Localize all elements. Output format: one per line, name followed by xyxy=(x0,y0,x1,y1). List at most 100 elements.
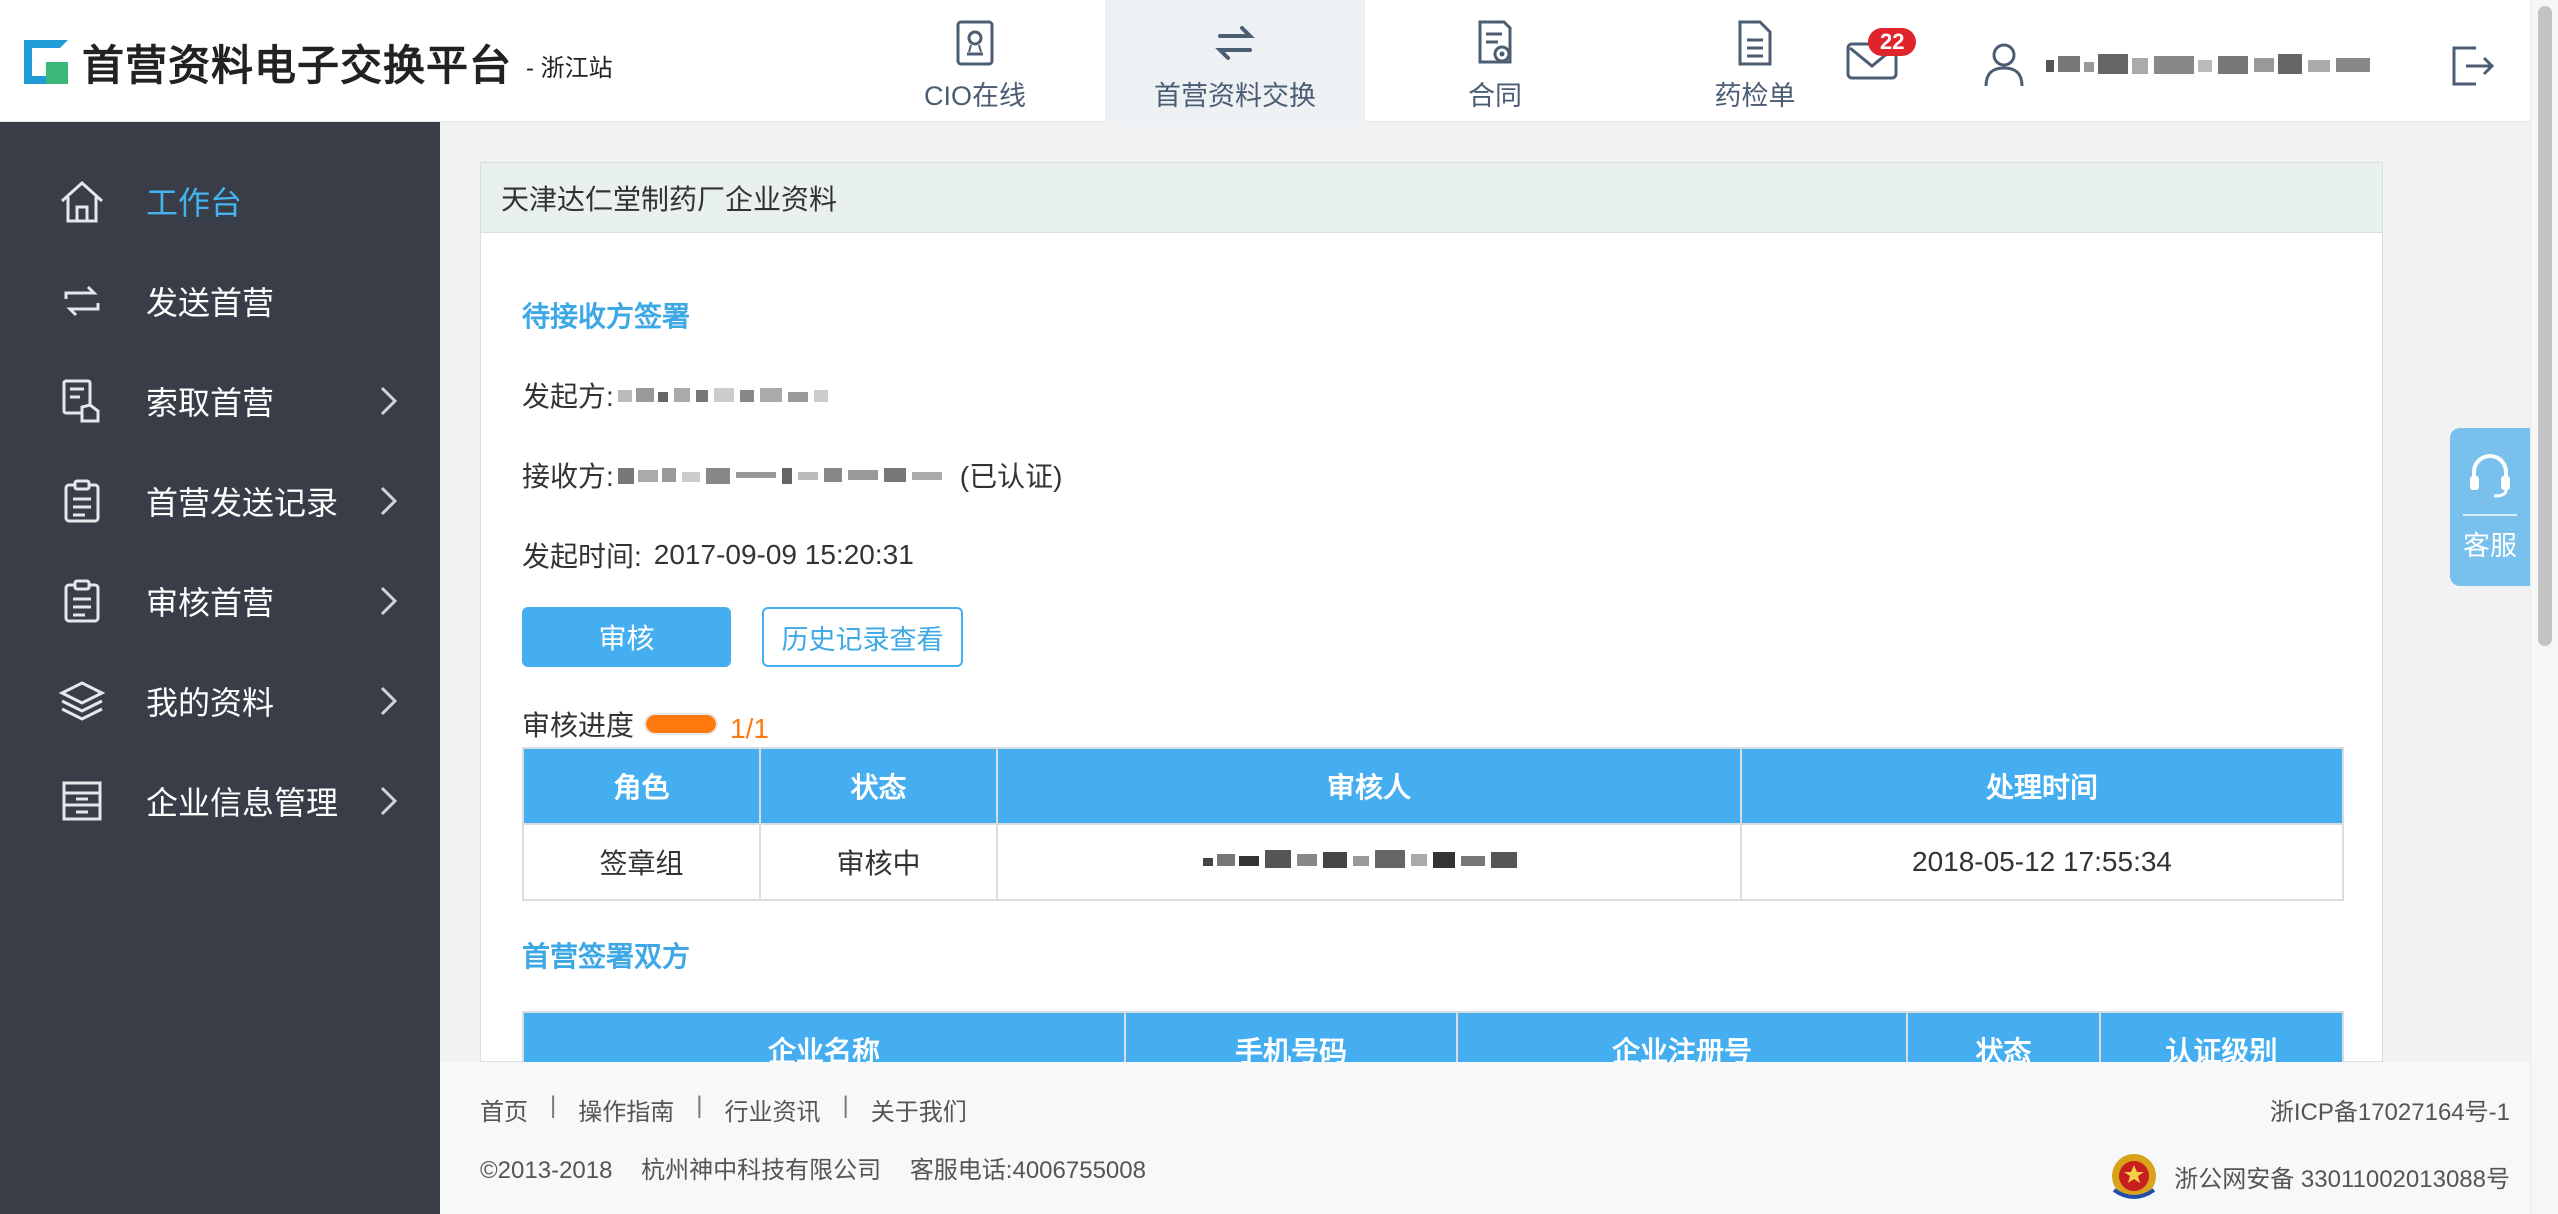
clipboard-icon xyxy=(64,479,100,523)
icp-record[interactable]: 浙ICP备17027164号-1 xyxy=(2270,1092,2510,1127)
parties-section-title: 首营签署双方 xyxy=(522,941,691,972)
progress-bar xyxy=(644,713,719,735)
sidebar-item-label: 首营发送记录 xyxy=(146,485,339,521)
review-progress: 审核进度 1/1 xyxy=(522,703,769,745)
nav-first-data-exchange[interactable]: 首营资料交换 xyxy=(1105,0,1365,122)
progress-label: 审核进度 xyxy=(522,710,635,741)
history-button[interactable]: 历史记录查看 xyxy=(762,607,963,667)
layers-icon xyxy=(58,681,106,721)
main-content: 天津达仁堂制药厂企业资料 待接收方签署 发起方: 接收方: (已认证) 发起时间… xyxy=(440,122,2530,1089)
role-cell: 签章组 xyxy=(522,823,761,901)
mail-count-badge: 22 xyxy=(1868,28,1917,56)
receiver-row: 接收方: (已认证) xyxy=(522,455,1062,495)
footer-separator: | xyxy=(696,1092,703,1119)
initiator-label: 发起方: xyxy=(522,381,614,412)
sidebar-item-send-first[interactable]: 发送首营 xyxy=(0,251,440,351)
footer-copyright: ©2013-2018 杭州神中科技有限公司 客服电话:4006755008 xyxy=(480,1150,1168,1185)
chevron-right-icon xyxy=(380,486,398,516)
footer-link-guide[interactable]: 操作指南 xyxy=(578,1092,674,1127)
service-divider xyxy=(2463,514,2517,516)
nav-cio-online[interactable]: CIO在线 xyxy=(845,0,1105,122)
footer: 首页 | 操作指南 | 行业资讯 | 关于我们 ©2013-2018 杭州神中科… xyxy=(440,1062,2530,1214)
column-header: 审核人 xyxy=(996,747,1742,825)
hand-document-icon xyxy=(62,379,100,423)
service-phone: 客服电话:4006755008 xyxy=(909,1157,1146,1184)
sidebar-item-workbench[interactable]: 工作台 xyxy=(0,151,440,251)
status-cell: 审核中 xyxy=(759,823,998,901)
chevron-right-icon xyxy=(380,686,398,716)
headset-icon xyxy=(2470,454,2510,498)
sidebar-item-label: 我的资料 xyxy=(146,685,275,721)
footer-link-news[interactable]: 行业资讯 xyxy=(724,1092,820,1127)
sidebar-item-review-first[interactable]: 审核首营 xyxy=(0,551,440,651)
police-emblem-icon xyxy=(2112,1154,2157,1199)
chevron-right-icon xyxy=(380,786,398,816)
top-header: 首营资料电子交换平台 - 浙江站 CIO在线 首营资料交换 合同 药检单 22 xyxy=(0,0,2558,122)
sidebar-item-label: 工作台 xyxy=(146,185,243,221)
sidebar-item-my-data[interactable]: 我的资料 xyxy=(0,651,440,751)
police-record-text: 浙公网安备 33011002013088号 xyxy=(2174,1165,2510,1193)
time-row: 发起时间: 2017-09-09 15:20:31 xyxy=(522,535,914,575)
exchange-arrows-icon xyxy=(1215,26,1255,60)
nav-label: 首营资料交换 xyxy=(1154,81,1316,111)
column-header: 处理时间 xyxy=(1740,747,2344,825)
sidebar-item-request-first[interactable]: 索取首营 xyxy=(0,351,440,451)
user-name-redacted[interactable] xyxy=(2046,50,2376,80)
repeat-icon xyxy=(64,285,100,317)
footer-separator: | xyxy=(550,1092,557,1119)
review-button[interactable]: 审核 xyxy=(522,607,731,667)
home-icon xyxy=(60,180,104,223)
time-cell: 2018-05-12 17:55:34 xyxy=(1740,823,2344,901)
service-label: 客服 xyxy=(2463,531,2517,561)
column-header: 角色 xyxy=(522,747,761,825)
document-icon xyxy=(1738,20,1772,66)
footer-separator: | xyxy=(842,1092,849,1119)
copyright-text: ©2013-2018 xyxy=(480,1157,613,1184)
user-icon[interactable] xyxy=(1982,40,2026,88)
pending-section-title: 待接收方签署 xyxy=(522,301,691,332)
sidebar-item-label: 企业信息管理 xyxy=(146,785,339,821)
sidebar-item-label: 发送首营 xyxy=(146,285,275,321)
progress-bar-fill xyxy=(646,715,717,733)
site-label: - 浙江站 xyxy=(526,54,613,82)
sidebar-item-label: 索取首营 xyxy=(146,385,275,421)
sidebar: 工作台 发送首营 索取首营 首营发送记录 审核首营 我的资料 企业信息管理 xyxy=(0,122,440,1214)
sidebar-item-enterprise-info[interactable]: 企业信息管理 xyxy=(0,751,440,851)
customer-service-button[interactable]: 客服 xyxy=(2450,428,2530,586)
nav-label: 药检单 xyxy=(1714,81,1796,111)
time-label: 发起时间: xyxy=(522,541,642,572)
reviewer-redacted xyxy=(1203,849,1517,868)
archive-icon xyxy=(62,781,102,821)
sidebar-item-label: 审核首营 xyxy=(146,585,275,621)
initiator-row: 发起方: xyxy=(522,375,834,415)
receiver-verified-label: (已认证) xyxy=(959,461,1063,492)
table-row: 签章组 审核中 2018-05-12 17:55:34 xyxy=(522,823,2344,901)
police-record[interactable]: 浙公网安备 33011002013088号 xyxy=(2108,1150,2510,1202)
footer-link-about[interactable]: 关于我们 xyxy=(871,1092,967,1127)
nav-contract[interactable]: 合同 xyxy=(1365,0,1625,122)
footer-link-home[interactable]: 首页 xyxy=(480,1092,528,1127)
logo-mark-icon xyxy=(24,40,68,84)
time-value: 2017-09-09 15:20:31 xyxy=(653,539,914,570)
certificate-icon xyxy=(956,20,994,66)
progress-count: 1/1 xyxy=(730,713,769,744)
nav-label: 合同 xyxy=(1468,81,1522,111)
sidebar-item-send-records[interactable]: 首营发送记录 xyxy=(0,451,440,551)
contract-icon xyxy=(1478,20,1512,64)
scrollbar-thumb[interactable] xyxy=(2538,6,2552,646)
top-nav: CIO在线 首营资料交换 合同 药检单 xyxy=(845,0,1885,122)
initiator-redacted xyxy=(617,388,828,402)
enterprise-panel: 天津达仁堂制药厂企业资料 待接收方签署 发起方: 接收方: (已认证) 发起时间… xyxy=(480,162,2383,1089)
app-title: 首营资料电子交换平台 xyxy=(82,41,513,89)
logout-icon[interactable] xyxy=(2448,42,2496,90)
review-table: 角色 状态 审核人 处理时间 签章组 审核中 2018-05-12 17:55:… xyxy=(522,747,2344,901)
company-name: 杭州神中科技有限公司 xyxy=(641,1157,882,1184)
nav-label: CIO在线 xyxy=(923,81,1026,111)
logo[interactable]: 首营资料电子交换平台 - 浙江站 xyxy=(24,34,613,90)
receiver-redacted xyxy=(617,468,942,484)
receiver-label: 接收方: xyxy=(522,461,614,492)
column-header: 状态 xyxy=(759,747,998,825)
footer-links: 首页 | 操作指南 | 行业资讯 | 关于我们 xyxy=(480,1092,967,1127)
panel-title: 天津达仁堂制药厂企业资料 xyxy=(481,163,2382,233)
chevron-right-icon xyxy=(380,586,398,616)
